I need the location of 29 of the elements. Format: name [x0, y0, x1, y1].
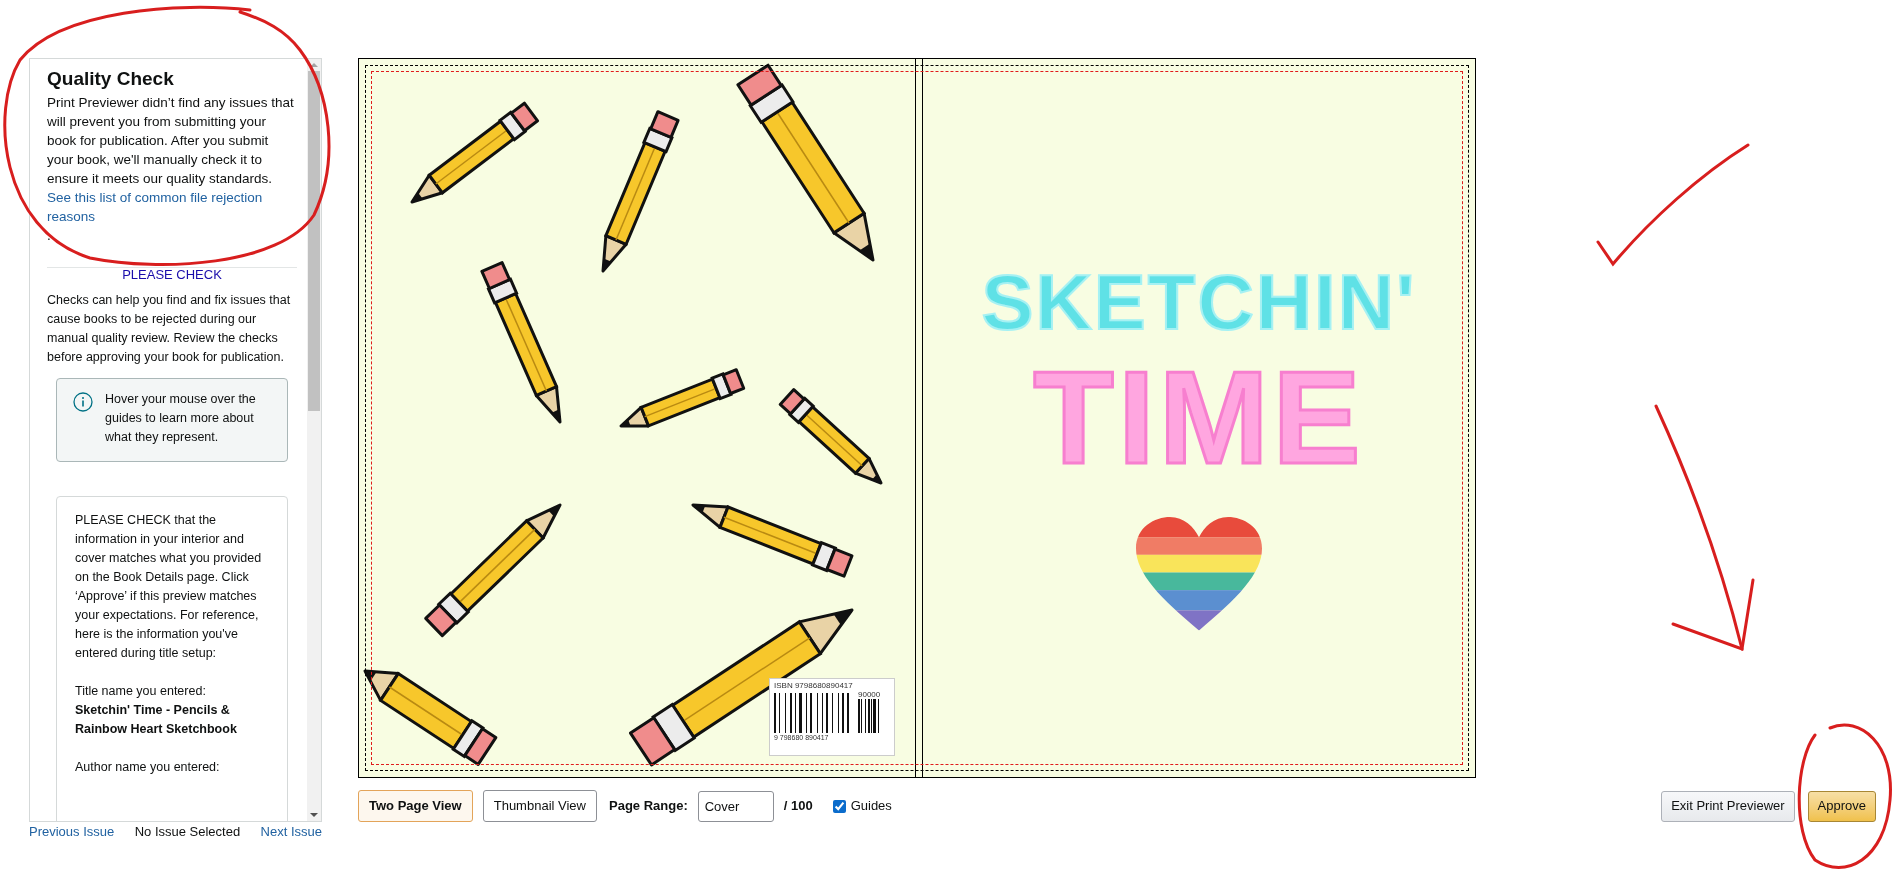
- quality-message: Print Previewer didn’t find any issues that will prevent you from submitting your book for publication. After you submit your book, we'll manually check it to ensure it meets our quality standards. See this list of common file rejection reasons .: [47, 93, 297, 245]
- title-label: Title name you entered:: [75, 683, 207, 700]
- cover-title: SKETCHIN': [981, 257, 1417, 347]
- title-value: Sketchin' Time - Pencils & Rainbow Heart Sketchbook: [75, 702, 238, 738]
- price-code-text: 90000: [858, 690, 881, 699]
- author-label: Author name you entered:: [75, 759, 221, 776]
- action-button[interactable]: Exit Print Previewer: [1661, 790, 1795, 822]
- page-range-field[interactable]: Cover: [697, 790, 774, 822]
- page-total: / 100: [783, 797, 813, 816]
- guides-label: Guides: [850, 797, 892, 816]
- cover-title: TIME: [1033, 353, 1365, 483]
- details-message: PLEASE CHECK that the information in your interior and cover matches what you provided on the Book Details page. Click ‘Approve’ if this preview matches your expectations. For reference, here is the information you've entered during title setup:: [75, 512, 263, 662]
- panel-title: Quality Check: [47, 67, 175, 91]
- scrollbar-thumb[interactable]: [308, 71, 320, 411]
- view-tab[interactable]: Thumbnail View: [482, 790, 597, 822]
- view-tab[interactable]: Two Page View: [358, 790, 473, 822]
- checks-intro: Checks can help you find and fix issues that cause books to be rejected during our manual quality review. Review the checks before approving your book for publication.: [47, 292, 292, 366]
- issue-status: No Issue Selected: [134, 823, 241, 841]
- guides-checkbox[interactable]: [832, 799, 846, 813]
- rejection-reasons-link[interactable]: See this list of common file rejection reasons: [47, 188, 297, 226]
- barcode-icon: [858, 699, 880, 733]
- previous-issue-link[interactable]: Previous Issue: [29, 823, 115, 841]
- barcode-icon: [774, 693, 852, 733]
- next-issue-link[interactable]: Next Issue: [260, 823, 322, 841]
- action-button[interactable]: Approve: [1807, 790, 1876, 822]
- isbn-text: ISBN 9798680890417: [774, 681, 854, 690]
- info-icon: [73, 392, 93, 412]
- page-range-label: Page Range:: [609, 797, 688, 816]
- info-note: Hover your mouse over the guides to learn more about what they represent.: [105, 391, 257, 446]
